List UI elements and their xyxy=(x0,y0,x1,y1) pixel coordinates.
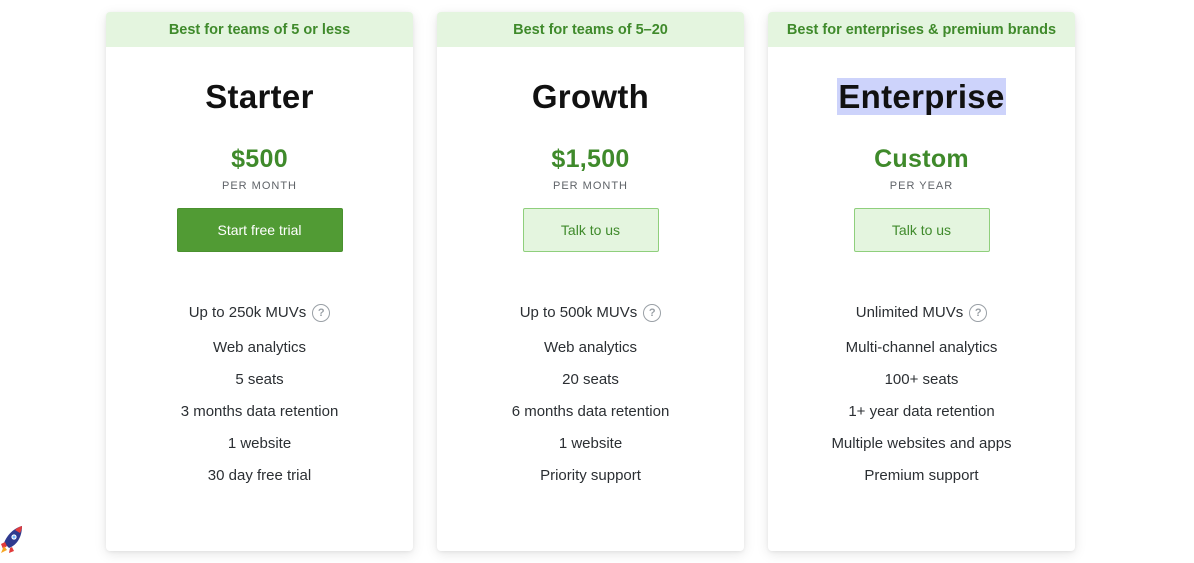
feature-item: 20 seats xyxy=(562,371,619,388)
feature-item: 5 seats xyxy=(235,371,284,388)
feature-item: Unlimited MUVs? xyxy=(768,303,1075,338)
feature-label: Unlimited MUVs xyxy=(855,304,964,321)
feature-label: Up to 250k MUVs xyxy=(188,304,307,321)
plan-card-growth: Best for teams of 5–20 Growth $1,500 PER… xyxy=(437,12,744,551)
talk-to-us-button[interactable]: Talk to us xyxy=(522,208,659,252)
feature-list: Unlimited MUVs? Multi-channel analytics … xyxy=(768,303,1075,498)
help-icon[interactable]: ? xyxy=(969,304,988,322)
rocket-icon[interactable] xyxy=(0,524,24,556)
cta-wrap: Start free trial xyxy=(106,208,413,252)
feature-item: 1 website xyxy=(558,435,623,452)
pricing-page: Best for teams of 5 or less Starter $500… xyxy=(0,0,1194,563)
feature-item: Premium support xyxy=(864,467,979,484)
feature-item: 6 months data retention xyxy=(511,403,670,420)
feature-list: Up to 250k MUVs? Web analytics 5 seats 3… xyxy=(106,303,413,498)
plan-price: $1,500 xyxy=(551,145,630,173)
plan-period: PER MONTH xyxy=(222,180,297,192)
feature-label: Up to 500k MUVs xyxy=(519,304,638,321)
feature-item: Up to 500k MUVs? xyxy=(437,303,744,338)
plan-name: Enterprise xyxy=(768,77,1075,117)
plan-period: PER YEAR xyxy=(889,180,954,192)
plan-card-starter: Best for teams of 5 or less Starter $500… xyxy=(106,12,413,551)
feature-item: 1+ year data retention xyxy=(848,403,995,420)
feature-item: 1 website xyxy=(227,435,292,452)
talk-to-us-button[interactable]: Talk to us xyxy=(853,208,990,252)
help-icon[interactable]: ? xyxy=(312,304,331,322)
plan-name-text: Starter xyxy=(205,78,314,115)
plan-banner: Best for enterprises & premium brands xyxy=(768,12,1075,47)
plan-price: Custom xyxy=(874,145,969,173)
feature-item: Priority support xyxy=(540,467,641,484)
feature-item: Web analytics xyxy=(543,339,638,356)
start-free-trial-button[interactable]: Start free trial xyxy=(176,208,343,252)
plan-period: PER MONTH xyxy=(553,180,628,192)
plan-price: $500 xyxy=(231,145,288,173)
plan-name: Growth xyxy=(437,77,744,117)
feature-item: Web analytics xyxy=(212,339,307,356)
feature-item: 100+ seats xyxy=(884,371,959,388)
plan-banner: Best for teams of 5–20 xyxy=(437,12,744,47)
feature-item: Multi-channel analytics xyxy=(845,339,998,356)
cta-wrap: Talk to us xyxy=(437,208,744,252)
feature-item: 3 months data retention xyxy=(180,403,339,420)
cta-wrap: Talk to us xyxy=(768,208,1075,252)
help-icon[interactable]: ? xyxy=(643,304,662,322)
plan-name-text: Enterprise xyxy=(837,78,1006,115)
feature-list: Up to 500k MUVs? Web analytics 20 seats … xyxy=(437,303,744,498)
plan-card-enterprise: Best for enterprises & premium brands En… xyxy=(768,12,1075,551)
plan-banner: Best for teams of 5 or less xyxy=(106,12,413,47)
feature-item: Up to 250k MUVs? xyxy=(106,303,413,338)
feature-item: Multiple websites and apps xyxy=(831,435,1012,452)
plan-name: Starter xyxy=(106,77,413,117)
feature-item: 30 day free trial xyxy=(207,467,312,484)
plan-name-text: Growth xyxy=(531,78,650,115)
